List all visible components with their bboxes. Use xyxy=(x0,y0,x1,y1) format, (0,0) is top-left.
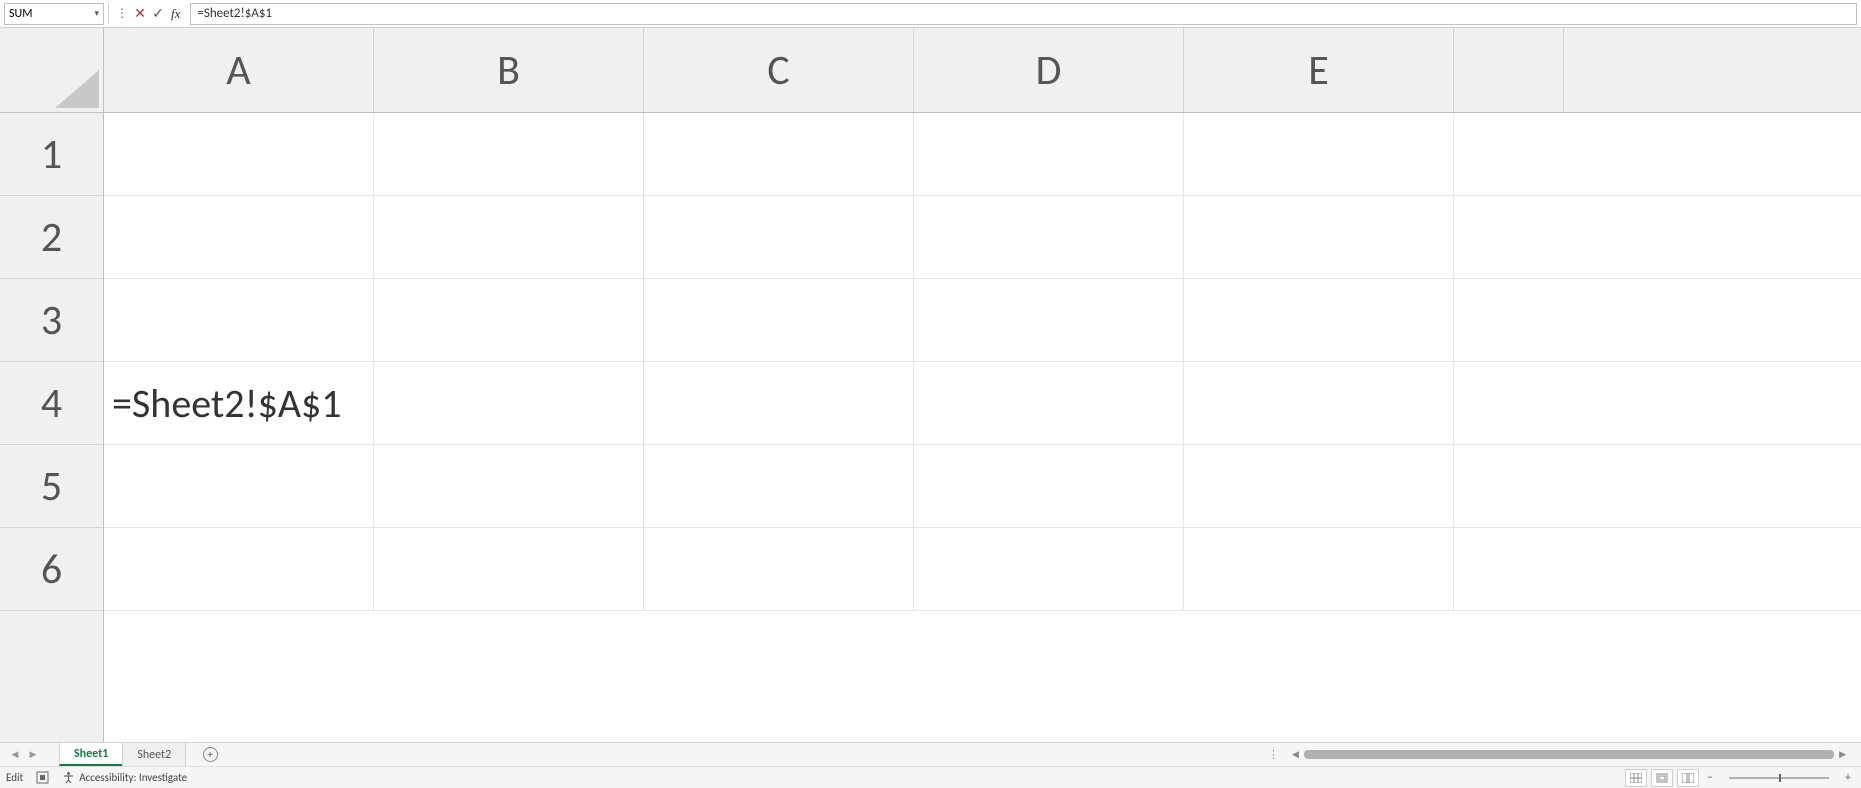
cell-e3[interactable] xyxy=(1184,279,1454,361)
fx-icon[interactable]: fx xyxy=(171,6,180,22)
cell-b2[interactable] xyxy=(374,196,644,278)
sheet-tabs: Sheet1 Sheet2 xyxy=(60,743,186,766)
row-headers: 1 2 3 4 5 6 xyxy=(0,113,104,742)
sheet-tab-sheet2[interactable]: Sheet2 xyxy=(122,743,186,766)
cell-d4[interactable] xyxy=(914,362,1184,444)
cells-area: =Sheet2!$A$1 xyxy=(104,113,1861,742)
column-header-a[interactable]: A xyxy=(104,28,374,112)
row-header-3[interactable]: 3 xyxy=(0,279,103,362)
select-all-triangle-icon xyxy=(55,70,99,108)
horizontal-scrollbar[interactable]: ◀ ▶ xyxy=(1289,749,1849,761)
cell-a4-value: =Sheet2!$A$1 xyxy=(112,379,342,428)
cell-c3[interactable] xyxy=(644,279,914,361)
zoom-out-button[interactable]: − xyxy=(1703,771,1717,785)
cell-a4[interactable]: =Sheet2!$A$1 xyxy=(104,362,374,444)
row-3 xyxy=(104,279,1861,362)
cell-c1[interactable] xyxy=(644,113,914,195)
record-macro-icon xyxy=(35,771,49,785)
more-icon[interactable]: ⋮ xyxy=(113,4,131,24)
zoom-slider-thumb[interactable] xyxy=(1779,774,1781,782)
row-header-4[interactable]: 4 xyxy=(0,362,103,445)
cell-c5[interactable] xyxy=(644,445,914,527)
status-right: − + xyxy=(1625,769,1855,787)
cell-b4[interactable] xyxy=(374,362,644,444)
column-header-b[interactable]: B xyxy=(374,28,644,112)
horizontal-scroll-region: ⋮ ◀ ▶ xyxy=(222,748,1861,761)
row-header-6[interactable]: 6 xyxy=(0,528,103,611)
row-1 xyxy=(104,113,1861,196)
row-header-1[interactable]: 1 xyxy=(0,113,103,196)
cell-c2[interactable] xyxy=(644,196,914,278)
row-2 xyxy=(104,196,1861,279)
cell-e5[interactable] xyxy=(1184,445,1454,527)
row-header-5[interactable]: 5 xyxy=(0,445,103,528)
cell-c6[interactable] xyxy=(644,528,914,610)
cell-e1[interactable] xyxy=(1184,113,1454,195)
scroll-options-icon[interactable]: ⋮ xyxy=(1264,748,1283,761)
view-page-layout-icon[interactable] xyxy=(1651,769,1673,787)
accessibility-status[interactable]: Accessibility: Investigate xyxy=(61,771,187,785)
row-6 xyxy=(104,528,1861,611)
chevron-down-icon[interactable]: ▾ xyxy=(94,8,99,19)
column-header-c[interactable]: C xyxy=(644,28,914,112)
cell-e2[interactable] xyxy=(1184,196,1454,278)
zoom-slider[interactable] xyxy=(1729,777,1829,779)
name-box-value: SUM xyxy=(9,7,94,21)
macro-recorder[interactable] xyxy=(35,771,49,785)
cancel-icon[interactable]: ✕ xyxy=(131,4,149,24)
accessibility-icon xyxy=(61,771,75,785)
cell-d5[interactable] xyxy=(914,445,1184,527)
accessibility-text: Accessibility: Investigate xyxy=(79,771,187,784)
view-page-break-icon[interactable] xyxy=(1677,769,1699,787)
cell-d1[interactable] xyxy=(914,113,1184,195)
status-left: Edit Accessibility: Investigate xyxy=(6,771,187,785)
row-5 xyxy=(104,445,1861,528)
column-header-e[interactable]: E xyxy=(1184,28,1454,112)
cell-d2[interactable] xyxy=(914,196,1184,278)
row-4: =Sheet2!$A$1 xyxy=(104,362,1861,445)
formula-bar: SUM ▾ ⋮ ✕ ✓ fx =Sheet2!$A$1 xyxy=(0,0,1861,28)
cell-a6[interactable] xyxy=(104,528,374,610)
cell-a3[interactable] xyxy=(104,279,374,361)
sheet-tab-sheet1[interactable]: Sheet1 xyxy=(59,743,123,766)
cell-b1[interactable] xyxy=(374,113,644,195)
separator xyxy=(108,4,109,24)
name-box[interactable]: SUM ▾ xyxy=(4,3,104,25)
scroll-left-icon[interactable]: ◀ xyxy=(1289,749,1302,760)
cell-e4[interactable] xyxy=(1184,362,1454,444)
column-header-d[interactable]: D xyxy=(914,28,1184,112)
column-headers: A B C D E xyxy=(104,28,1861,113)
cell-b3[interactable] xyxy=(374,279,644,361)
cell-b6[interactable] xyxy=(374,528,644,610)
add-sheet-button[interactable]: + xyxy=(198,747,222,762)
status-mode: Edit xyxy=(6,771,23,784)
cell-d3[interactable] xyxy=(914,279,1184,361)
cell-d6[interactable] xyxy=(914,528,1184,610)
zoom-in-button[interactable]: + xyxy=(1841,771,1855,785)
enter-icon[interactable]: ✓ xyxy=(149,4,167,24)
cell-e6[interactable] xyxy=(1184,528,1454,610)
tab-prev-icon[interactable]: ◀ xyxy=(8,747,22,763)
tab-navigation: ◀ ▶ xyxy=(0,747,48,763)
cell-a2[interactable] xyxy=(104,196,374,278)
select-all-corner[interactable] xyxy=(0,28,104,113)
worksheet-grid: A B C D E 1 2 3 4 5 6 xyxy=(0,28,1861,742)
formula-input[interactable]: =Sheet2!$A$1 xyxy=(190,3,1857,25)
cell-a1[interactable] xyxy=(104,113,374,195)
tab-next-icon[interactable]: ▶ xyxy=(26,747,40,763)
scroll-thumb[interactable] xyxy=(1304,750,1834,759)
sheet-tabs-bar: ◀ ▶ Sheet1 Sheet2 + ⋮ ◀ ▶ xyxy=(0,742,1861,766)
row-header-2[interactable]: 2 xyxy=(0,196,103,279)
scroll-right-icon[interactable]: ▶ xyxy=(1836,749,1849,760)
cell-b5[interactable] xyxy=(374,445,644,527)
formula-text: =Sheet2!$A$1 xyxy=(197,6,272,21)
status-bar: Edit Accessibility: Investigate − + xyxy=(0,766,1861,788)
plus-icon: + xyxy=(203,747,218,762)
cell-c4[interactable] xyxy=(644,362,914,444)
column-header-next[interactable] xyxy=(1454,28,1564,112)
cell-a5[interactable] xyxy=(104,445,374,527)
view-normal-icon[interactable] xyxy=(1625,769,1647,787)
